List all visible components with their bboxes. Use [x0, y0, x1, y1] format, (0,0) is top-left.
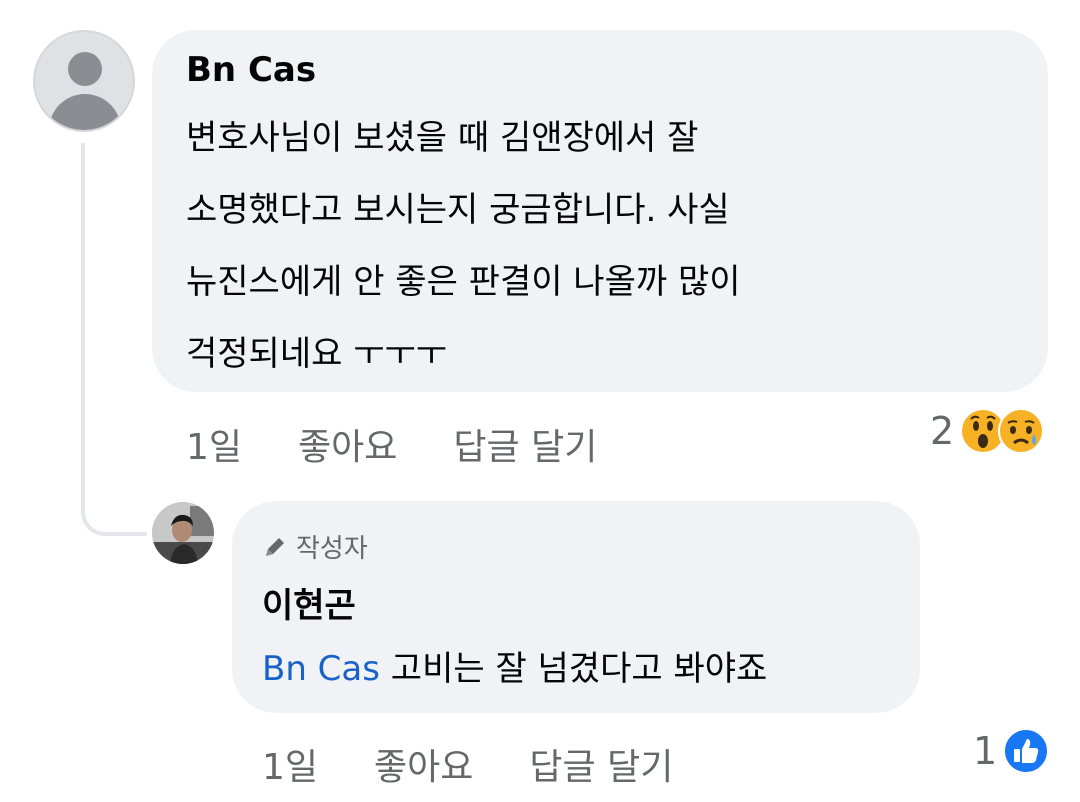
reply-line: Bn Cas 고비는 잘 넘겼다고 봐야죠: [262, 633, 767, 705]
author-badge: 작성자: [262, 528, 368, 565]
comment-line: 소명했다고 보시는지 궁금합니다. 사실: [186, 190, 730, 230]
comment-time[interactable]: 1일: [186, 418, 242, 470]
reply-button[interactable]: 답글 달기: [453, 418, 597, 470]
reply-reaction-summary[interactable]: 1: [973, 728, 1050, 774]
avatar[interactable]: [33, 30, 135, 132]
comment-author[interactable]: Bn Cas: [186, 50, 316, 90]
thread-connector: [81, 480, 147, 536]
like-button[interactable]: 좋아요: [298, 418, 397, 470]
comment-line: 뉴진스에게 안 좋은 판결이 나올까 많이: [186, 262, 741, 302]
reply-author-avatar[interactable]: [152, 502, 214, 564]
comment-thread: Bn Cas 변호사님이 보셨을 때 김앤장에서 잘 소명했다고 보시는지 궁금…: [0, 0, 1080, 802]
reply-like-button[interactable]: 좋아요: [374, 738, 473, 790]
like-icon: [1003, 728, 1050, 774]
comment-line: 변호사님이 보셨을 때 김앤장에서 잘: [186, 118, 699, 158]
reply-reaction-count: 1: [973, 729, 998, 773]
mention-link[interactable]: Bn Cas: [262, 649, 380, 689]
reply-reply-button[interactable]: 답글 달기: [529, 738, 673, 790]
author-badge-label: 작성자: [296, 534, 368, 564]
reply-author[interactable]: 이현곤: [262, 578, 356, 627]
reaction-count: 2: [930, 409, 955, 453]
thread-line: [81, 143, 85, 515]
default-avatar-head: [68, 52, 102, 86]
default-avatar-body: [49, 94, 121, 130]
profile-photo-icon: [152, 502, 214, 564]
comment-text: 변호사님이 보셨을 때 김앤장에서 잘 소명했다고 보시는지 궁금합니다. 사실…: [186, 102, 741, 390]
reply-body: 고비는 잘 넘겼다고 봐야죠: [379, 649, 768, 689]
reply-actions: 1일 좋아요 답글 달기: [262, 738, 729, 790]
sad-emoji-icon: [998, 408, 1045, 454]
reply-text: Bn Cas 고비는 잘 넘겼다고 봐야죠: [262, 633, 767, 705]
comment-line: 걱정되네요 ㅜㅜㅜ: [186, 334, 448, 374]
comment-actions: 1일 좋아요 답글 달기: [186, 418, 653, 470]
pencil-icon: [266, 537, 284, 556]
reaction-summary[interactable]: 2: [930, 408, 1045, 454]
reply-time[interactable]: 1일: [262, 738, 318, 790]
